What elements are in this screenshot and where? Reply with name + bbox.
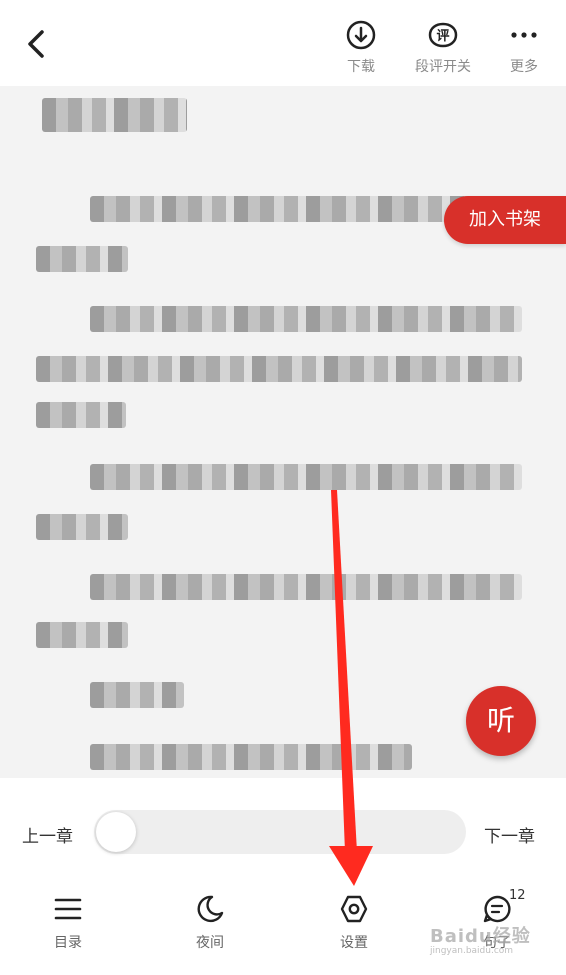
comment-toggle-icon: 评 <box>428 22 458 48</box>
slider-thumb[interactable] <box>96 812 136 852</box>
next-chapter-button[interactable]: 下一章 <box>484 822 535 847</box>
watermark-text: Baidu经验 <box>430 926 531 947</box>
comment-toggle-label: 段评开关 <box>415 59 471 75</box>
reading-area[interactable]: 加入书架 <box>0 86 566 778</box>
moon-icon <box>197 895 224 923</box>
more-label: 更多 <box>510 59 538 75</box>
blurred-text-line <box>90 306 522 332</box>
blurred-text-line <box>90 464 522 490</box>
download-label: 下载 <box>347 59 375 75</box>
blurred-text-line <box>36 356 522 382</box>
blurred-text-line <box>90 682 184 708</box>
download-button[interactable]: 下载 <box>321 18 401 80</box>
more-icon <box>511 32 537 38</box>
settings-label: 设置 <box>340 935 368 951</box>
listen-button[interactable]: 听 <box>466 686 536 756</box>
more-button[interactable]: 更多 <box>484 18 564 80</box>
blurred-text-line <box>36 514 128 540</box>
night-mode-label: 夜间 <box>196 935 224 951</box>
watermark-sub: jingyan.baidu.com <box>430 946 514 956</box>
baidu-jingyan-watermark: Baidu经验 jingyan.baidu.com <box>430 922 531 956</box>
comment-toggle-button[interactable]: 评 段评开关 <box>403 18 483 80</box>
settings-button[interactable]: 设置 <box>314 894 394 958</box>
settings-hexagon-icon <box>340 895 368 923</box>
add-to-bookshelf-button[interactable]: 加入书架 <box>444 196 566 244</box>
chapter-progress-slider[interactable] <box>94 810 466 854</box>
download-icon <box>346 20 376 50</box>
toc-label: 目录 <box>54 935 82 951</box>
blurred-text-line <box>36 402 126 428</box>
sentence-count-badge: 12 <box>509 888 526 903</box>
comment-toggle-glyph: 评 <box>436 29 449 44</box>
comment-bubble-icon <box>483 895 511 923</box>
blurred-chapter-title <box>42 98 187 132</box>
blurred-text-line <box>36 246 128 272</box>
back-arrow-icon <box>28 30 44 58</box>
blurred-text-line <box>36 622 128 648</box>
back-button[interactable] <box>22 26 54 62</box>
toc-button[interactable]: 目录 <box>28 894 108 958</box>
blurred-text-line <box>90 574 522 600</box>
chapter-navigation-bar: 上一章 下一章 <box>0 778 566 886</box>
top-bar: 下载 评 段评开关 更多 <box>0 0 566 86</box>
night-mode-button[interactable]: 夜间 <box>170 894 250 958</box>
blurred-text-line <box>90 744 412 770</box>
menu-list-icon <box>54 898 82 920</box>
previous-chapter-button[interactable]: 上一章 <box>22 822 73 847</box>
